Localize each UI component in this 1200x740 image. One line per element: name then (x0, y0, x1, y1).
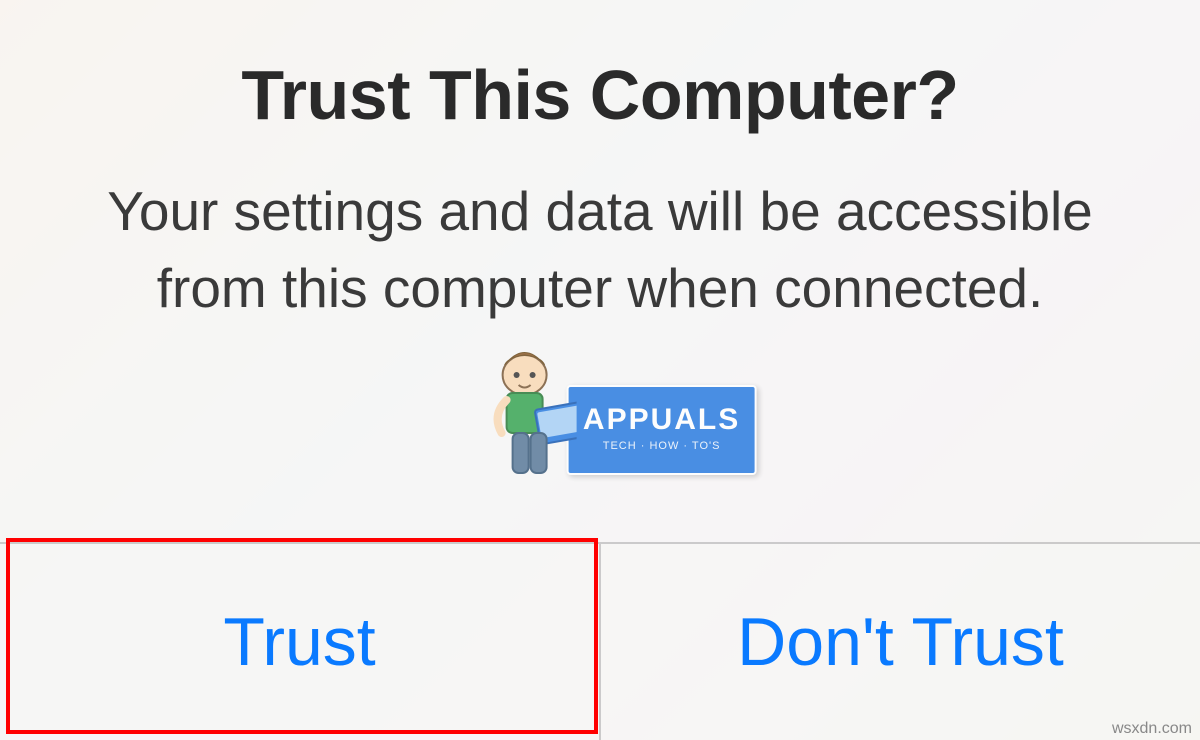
trust-dialog: Trust This Computer? Your settings and d… (0, 0, 1200, 740)
trust-button[interactable]: Trust (0, 544, 599, 740)
dont-trust-button[interactable]: Don't Trust (601, 544, 1200, 740)
dialog-title: Trust This Computer? (241, 55, 958, 135)
dialog-button-row: Trust Don't Trust (0, 542, 1200, 740)
dialog-content: Trust This Computer? Your settings and d… (0, 0, 1200, 542)
dialog-message: Your settings and data will be accessibl… (75, 173, 1125, 327)
source-attribution: wsxdn.com (1112, 720, 1192, 738)
